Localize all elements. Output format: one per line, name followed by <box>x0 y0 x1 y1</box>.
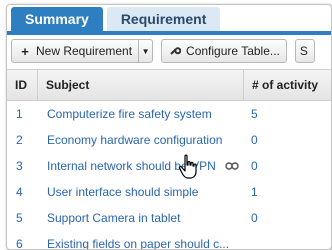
link-icon[interactable] <box>225 153 239 179</box>
table-row[interactable]: 2 Economy hardware configuration 0 <box>7 127 331 153</box>
table-row[interactable]: 5 Support Camera in tablet 0 <box>7 205 331 231</box>
tab-bar: Summary Requirement <box>11 7 224 31</box>
row-id[interactable]: 5 <box>16 205 23 231</box>
partial-toolbar-button[interactable]: S <box>294 39 315 63</box>
row-subject-link[interactable]: User interface should simple <box>47 179 243 205</box>
table-row[interactable]: 4 User interface should simple 1 <box>7 179 331 205</box>
requirements-panel: Summary Requirement + New Requirement ▼ … <box>6 4 332 250</box>
row-id[interactable]: 1 <box>16 101 23 127</box>
row-id[interactable]: 4 <box>16 179 23 205</box>
row-id[interactable]: 6 <box>16 231 23 249</box>
column-header-id[interactable]: ID <box>7 70 37 100</box>
configure-table-label: Configure Table... <box>186 44 280 58</box>
row-activity-count[interactable]: 0 <box>251 153 258 179</box>
row-id[interactable]: 3 <box>16 153 23 179</box>
row-subject-link[interactable]: Economy hardware configuration <box>47 127 243 153</box>
row-subject-link[interactable]: Existing fields on paper should c... <box>47 231 243 249</box>
toolbar: + New Requirement ▼ Configure Table... S <box>11 39 323 63</box>
tab-requirement[interactable]: Requirement <box>106 7 221 31</box>
column-header-subject[interactable]: Subject <box>37 70 243 100</box>
row-activity-count[interactable]: 0 <box>251 127 258 153</box>
row-id[interactable]: 2 <box>16 127 23 153</box>
table-header: ID Subject # of activity <box>7 69 331 101</box>
chevron-down-icon[interactable]: ▼ <box>138 40 152 62</box>
table-row[interactable]: 6 Existing fields on paper should c... <box>7 231 331 249</box>
table-body: 1 Computerize fire safety system 5 2 Eco… <box>7 101 331 249</box>
new-requirement-label: New Requirement <box>36 44 133 58</box>
row-activity-count[interactable]: 5 <box>251 101 258 127</box>
tab-summary[interactable]: Summary <box>11 7 103 31</box>
row-subject-link[interactable]: Internal network should be VPN <box>47 153 243 179</box>
new-requirement-button[interactable]: + New Requirement ▼ <box>11 39 154 63</box>
table-row[interactable]: 3 Internal network should be VPN 0 <box>7 153 331 179</box>
tab-underline <box>7 31 331 35</box>
row-activity-count[interactable]: 1 <box>251 179 258 205</box>
wrench-icon <box>168 44 182 59</box>
row-subject-link[interactable]: Support Camera in tablet <box>47 205 243 231</box>
plus-icon: + <box>21 43 29 59</box>
table-row[interactable]: 1 Computerize fire safety system 5 <box>7 101 331 127</box>
partial-toolbar-label: S <box>299 44 308 58</box>
configure-table-button[interactable]: Configure Table... <box>161 39 287 63</box>
row-activity-count[interactable]: 0 <box>251 205 258 231</box>
column-header-activity[interactable]: # of activity <box>243 70 331 100</box>
row-subject-link[interactable]: Computerize fire safety system <box>47 101 243 127</box>
